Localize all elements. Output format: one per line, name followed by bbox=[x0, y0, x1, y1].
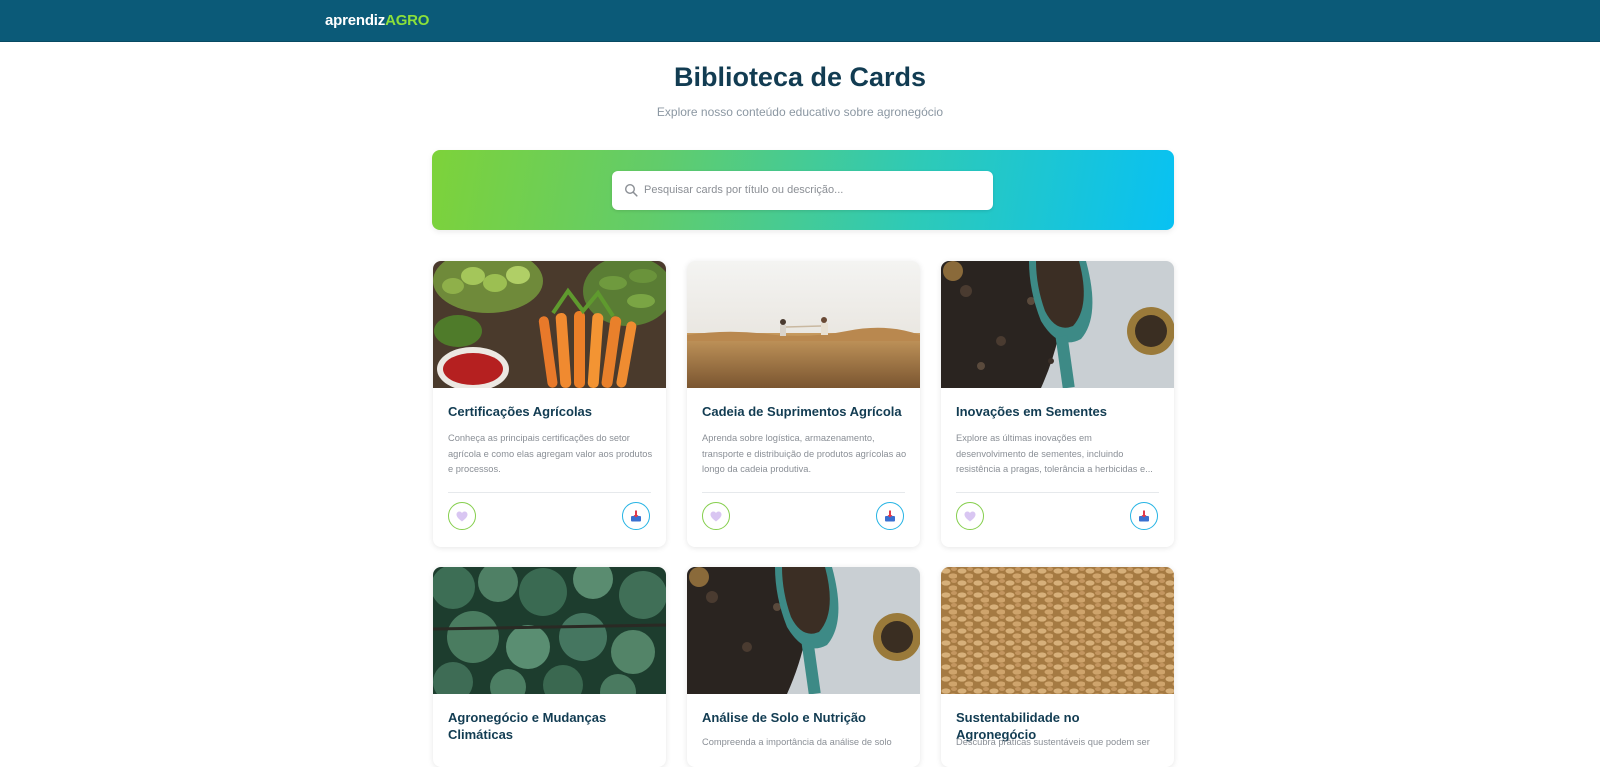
page-subtitle: Explore nosso conteúdo educativo sobre a… bbox=[656, 105, 944, 119]
search-box[interactable] bbox=[612, 171, 993, 210]
card-title: Certificações Agrícolas bbox=[448, 404, 593, 419]
card-description: Explore as últimas inovações em desenvol… bbox=[956, 433, 1153, 474]
save-button[interactable] bbox=[876, 502, 904, 530]
card-divider bbox=[956, 492, 1159, 493]
heart-icon bbox=[964, 511, 976, 521]
card[interactable]: Inovações em Sementes Explore as últimas… bbox=[941, 261, 1174, 547]
card[interactable]: Cadeia de Suprimentos Agrícola Aprenda s… bbox=[687, 261, 920, 547]
top-navbar: aprendizAGRO bbox=[0, 0, 1600, 42]
like-button[interactable] bbox=[448, 502, 476, 530]
card-description: Conheça as principais certificações do s… bbox=[448, 433, 653, 474]
search-input[interactable] bbox=[644, 179, 979, 201]
card-title: Análise de Solo e Nutrição bbox=[702, 710, 866, 725]
search-icon bbox=[624, 183, 638, 197]
card-title: Agronegócio e Mudanças Climáticas bbox=[448, 710, 607, 742]
card-description: Compreenda a importância da análise de s… bbox=[702, 737, 892, 747]
logo-text-agro: AGRO bbox=[385, 12, 430, 29]
card-divider bbox=[448, 492, 651, 493]
heart-icon bbox=[456, 511, 468, 521]
card[interactable]: Agronegócio e Mudanças Climáticas bbox=[433, 567, 666, 767]
card[interactable]: Análise de Solo e Nutrição Compreenda a … bbox=[687, 567, 920, 767]
card-description: Aprenda sobre logística, armazenamento, … bbox=[702, 433, 907, 474]
save-icon bbox=[1139, 510, 1149, 522]
save-icon bbox=[631, 510, 641, 522]
card-image-forest bbox=[433, 567, 666, 694]
like-button[interactable] bbox=[956, 502, 984, 530]
card-divider bbox=[702, 492, 905, 493]
heart-icon bbox=[710, 511, 722, 521]
save-button[interactable] bbox=[622, 502, 650, 530]
card[interactable]: Sustentabilidade no Agronegócio Descubra… bbox=[941, 567, 1174, 767]
card-image-soil-scoop bbox=[687, 567, 920, 694]
card-image-wheat-field bbox=[687, 261, 920, 388]
page-title: Biblioteca de Cards bbox=[673, 62, 927, 92]
card-description: Descubra práticas sustentáveis que podem… bbox=[956, 737, 1150, 747]
logo[interactable]: aprendizAGRO bbox=[325, 12, 429, 29]
card-title: Cadeia de Suprimentos Agrícola bbox=[702, 404, 902, 419]
like-button[interactable] bbox=[702, 502, 730, 530]
save-button[interactable] bbox=[1130, 502, 1158, 530]
card-title: Inovações em Sementes bbox=[956, 404, 1108, 419]
card[interactable]: Certificações Agrícolas Conheça as princ… bbox=[433, 261, 666, 547]
card-image-vegetables bbox=[433, 261, 666, 388]
logo-text-aprendiz: aprendiz bbox=[325, 12, 386, 29]
card-image-wheat-grains bbox=[941, 567, 1174, 694]
card-image-soil-scoop bbox=[941, 261, 1174, 388]
save-icon bbox=[885, 510, 895, 522]
